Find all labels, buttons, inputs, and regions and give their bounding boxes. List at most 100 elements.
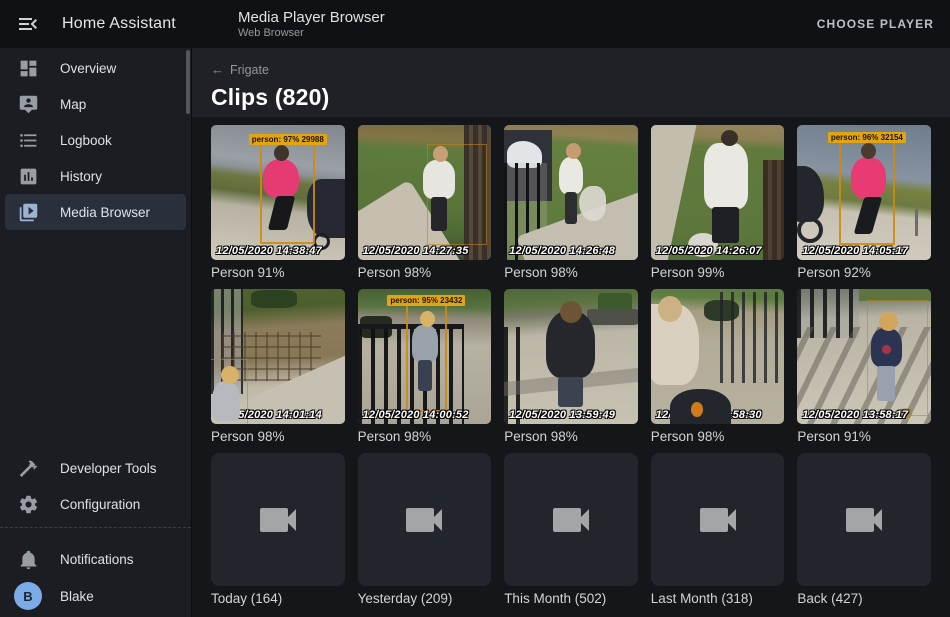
person-figure (851, 157, 886, 199)
breadcrumb-back[interactable]: ← Frigate (211, 62, 269, 77)
scene-shape (797, 217, 823, 243)
clip-card[interactable]: person: 96% 3215412/05/2020 14:05:17Pers… (797, 125, 931, 280)
sidebar-item-label: Logbook (60, 133, 112, 148)
video-icon (254, 496, 302, 544)
sidebar-scrollbar[interactable] (186, 50, 190, 114)
video-icon (694, 496, 742, 544)
folder-card[interactable]: Yesterday (209) (358, 453, 492, 606)
page-subtitle: Web Browser (238, 27, 385, 40)
scene-shape (720, 292, 784, 384)
avatar: B (14, 582, 42, 610)
clip-caption: Person 99% (651, 265, 785, 280)
clip-thumbnail[interactable]: 12/05/2020 14:27:35 (358, 125, 492, 260)
sidebar-item-logbook[interactable]: Logbook (5, 122, 186, 158)
scene-shape (251, 290, 296, 308)
profile-name: Blake (60, 589, 94, 604)
app-title: Home Assistant (62, 15, 176, 33)
folder-tile[interactable] (211, 453, 345, 586)
clip-thumbnail[interactable]: 12/05/2020 14:26:07 (651, 125, 785, 260)
clip-caption: Person 98% (358, 265, 492, 280)
gear-icon (16, 492, 40, 516)
clip-card[interactable]: person: 95% 23432 12/05/2020 14:00:52 Pers… (358, 289, 492, 444)
clip-thumbnail[interactable]: person: 96% 3215412/05/2020 14:05:17 (797, 125, 931, 260)
bell-icon (16, 547, 40, 571)
clip-thumbnail[interactable]: 12/05/2020 14:01:14 (211, 289, 345, 424)
clip-thumbnail[interactable]: 12/05/2020 13:59:49 (504, 289, 638, 424)
folder-card[interactable]: Last Month (318) (651, 453, 785, 606)
folder-label: Today (164) (211, 591, 345, 606)
video-icon (547, 496, 595, 544)
folder-label: This Month (502) (504, 591, 638, 606)
clip-thumbnail[interactable]: 12/05/2020 13:58:17 (797, 289, 931, 424)
hammer-icon (16, 456, 40, 480)
scene-shape (797, 166, 824, 223)
sidebar-item-label: Map (60, 97, 86, 112)
folder-tile[interactable] (651, 453, 785, 586)
menu-open-icon[interactable] (16, 12, 40, 36)
clip-card[interactable]: 12/05/2020 13:58:17Person 91% (797, 289, 931, 444)
clip-caption: Person 91% (211, 265, 345, 280)
home-assistant-window: Home Assistant Media Player Browser Web … (0, 0, 950, 617)
folder-card[interactable]: Back (427) (797, 453, 931, 606)
clip-card[interactable]: 12/05/2020 14:26:48 Person 98% (504, 125, 638, 280)
person-figure (263, 159, 299, 198)
sidebar-item-history[interactable]: History (5, 158, 186, 194)
sidebar-item-media-browser[interactable]: Media Browser (5, 194, 186, 230)
clip-card[interactable]: 12/05/2020 14:27:35 Person 98% (358, 125, 492, 280)
clip-caption: Person 98% (651, 429, 785, 444)
folder-card[interactable]: Today (164) (211, 453, 345, 606)
clip-thumbnail[interactable]: 12/05/2020 14:26:48 (504, 125, 638, 260)
sidebar-item-overview[interactable]: Overview (5, 50, 186, 86)
folder-tile[interactable] (358, 453, 492, 586)
sidebar-item-label: Developer Tools (60, 461, 157, 476)
sidebar-item-notifications[interactable]: Notifications (5, 541, 186, 577)
clip-timestamp: 12/05/2020 13:58:17 (802, 409, 908, 421)
clip-caption: Person 98% (504, 265, 638, 280)
page-title: Media Player Browser (238, 9, 385, 26)
format-list-bulleted-icon (16, 128, 40, 152)
clip-timestamp: 12/05/2020 13:59:49 (509, 409, 615, 421)
back-arrow-icon: ← (211, 62, 224, 77)
clip-timestamp: 12/05/2020 14:00:52 (363, 409, 469, 421)
clip-thumbnail[interactable]: person: 97% 2998812/05/2020 14:38:47 (211, 125, 345, 260)
sidebar-item-configuration[interactable]: Configuration (5, 486, 186, 522)
person-figure (546, 311, 595, 379)
clip-thumbnail[interactable]: person: 95% 23432 12/05/2020 14:00:52 (358, 289, 492, 424)
chart-box-icon (16, 164, 40, 188)
top-bar: Home Assistant Media Player Browser Web … (0, 0, 950, 48)
sidebar-item-label: History (60, 169, 102, 184)
folder-label: Last Month (318) (651, 591, 785, 606)
folder-card[interactable]: This Month (502) (504, 453, 638, 606)
clip-timestamp: 12/05/2020 14:05:17 (802, 245, 908, 257)
folder-label: Yesterday (209) (358, 591, 492, 606)
sidebar-item-map[interactable]: Map (5, 86, 186, 122)
scene-shape (579, 186, 606, 221)
clip-timestamp: 12/05/2020 14:38:47 (216, 245, 322, 257)
choose-player-button[interactable]: CHOOSE PLAYER (815, 9, 936, 39)
sidebar-divider (0, 527, 191, 528)
folder-tile[interactable] (504, 453, 638, 586)
clip-card[interactable]: 12/05/2020 14:26:07 Person 99% (651, 125, 785, 280)
clip-card[interactable]: 12/05/2020 13:59:49 Person 98% (504, 289, 638, 444)
clip-card[interactable]: person: 97% 2998812/05/2020 14:38:47 Pers… (211, 125, 345, 280)
clip-thumbnail[interactable]: 12/05/2020 13:58:30 (651, 289, 785, 424)
sidebar-item-label: Configuration (60, 497, 140, 512)
sidebar-nav: Overview Map Logbook History (0, 48, 191, 230)
clip-timestamp: 12/05/2020 14:26:48 (509, 245, 615, 257)
scene-shape (691, 402, 703, 417)
folder-tile[interactable] (797, 453, 931, 586)
sidebar-header: Home Assistant (0, 0, 192, 48)
clip-caption: Person 98% (358, 429, 492, 444)
video-icon (840, 496, 888, 544)
page-heading: Clips (820) (211, 84, 950, 111)
detection-label: person: 95% 23432 (387, 295, 465, 306)
media-browser-toolbar: Media Player Browser Web Browser CHOOSE … (192, 0, 950, 48)
clip-card[interactable]: 12/05/2020 13:58:30 Person 98% (651, 289, 785, 444)
clip-card[interactable]: 12/05/2020 14:01:14Person 98% (211, 289, 345, 444)
media-browser-content: ← Frigate Clips (820) person: 97% 299881… (192, 48, 950, 617)
sidebar-item-developer-tools[interactable]: Developer Tools (5, 450, 186, 486)
sidebar-item-label: Media Browser (60, 205, 150, 220)
person-figure (423, 160, 455, 199)
clip-caption: Person 98% (504, 429, 638, 444)
sidebar-item-profile[interactable]: B Blake (5, 577, 186, 615)
